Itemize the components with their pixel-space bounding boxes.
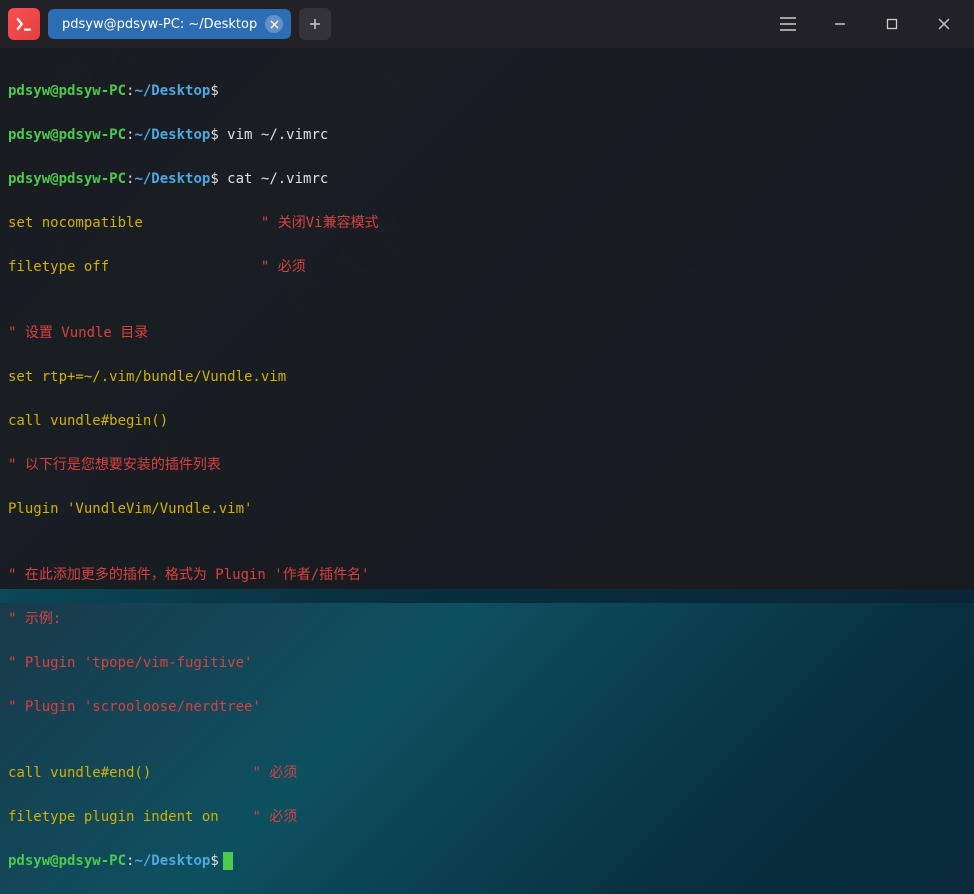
minimize-button[interactable]: [818, 4, 862, 44]
output-line: " 在此添加更多的插件，格式为 Plugin '作者/插件名': [8, 564, 966, 586]
vim-comment: " 必须: [261, 259, 306, 275]
cursor-icon: [223, 852, 233, 870]
output-line: call vundle#end() " 必须: [8, 762, 966, 784]
vim-comment: " Plugin 'scrooloose/nerdtree': [8, 699, 261, 715]
tab-active[interactable]: pdsyw@pdsyw-PC: ~/Desktop: [48, 9, 291, 39]
tab-close-button[interactable]: [265, 15, 283, 33]
prompt-line-current: pdsyw@pdsyw-PC:~/Desktop$: [8, 850, 966, 872]
output-line: filetype plugin indent on " 必须: [8, 806, 966, 828]
vim-comment: " 关闭Vi兼容模式: [261, 215, 379, 231]
prompt-line: pdsyw@pdsyw-PC:~/Desktop$: [8, 80, 966, 102]
maximize-button[interactable]: [870, 4, 914, 44]
vim-setting: call vundle#begin(): [8, 413, 168, 429]
vim-setting: filetype off: [8, 259, 261, 275]
command-text: vim ~/.vimrc: [219, 127, 329, 143]
command-text: cat ~/.vimrc: [219, 171, 329, 187]
output-line: call vundle#begin(): [8, 410, 966, 432]
titlebar: pdsyw@pdsyw-PC: ~/Desktop: [0, 0, 974, 48]
prompt-dollar: $: [210, 853, 218, 869]
menu-button[interactable]: [766, 4, 810, 44]
prompt-path: ~/Desktop: [134, 853, 210, 869]
output-line: set rtp+=~/.vim/bundle/Vundle.vim: [8, 366, 966, 388]
vim-setting: set nocompatible: [8, 215, 261, 231]
close-button[interactable]: [922, 4, 966, 44]
output-line: filetype off " 必须: [8, 256, 966, 278]
prompt-path: ~/Desktop: [134, 127, 210, 143]
terminal-output[interactable]: pdsyw@pdsyw-PC:~/Desktop$ pdsyw@pdsyw-PC…: [0, 48, 974, 589]
prompt-user: pdsyw@pdsyw-PC: [8, 853, 126, 869]
output-line: " 示例:: [8, 608, 966, 630]
prompt-path: ~/Desktop: [134, 83, 210, 99]
tab-label: pdsyw@pdsyw-PC: ~/Desktop: [62, 17, 257, 32]
output-line: " 设置 Vundle 目录: [8, 322, 966, 344]
vim-comment: " 以下行是您想要安装的插件列表: [8, 457, 221, 473]
prompt-user: pdsyw@pdsyw-PC: [8, 83, 126, 99]
prompt-line: pdsyw@pdsyw-PC:~/Desktop$ cat ~/.vimrc: [8, 168, 966, 190]
vim-comment: " 设置 Vundle 目录: [8, 325, 148, 341]
new-tab-button[interactable]: [299, 8, 331, 40]
prompt-dollar: $: [210, 171, 218, 187]
prompt-path: ~/Desktop: [134, 171, 210, 187]
vim-setting: call vundle#end(): [8, 765, 252, 781]
vim-comment: " 示例:: [8, 611, 61, 627]
output-line: " Plugin 'tpope/vim-fugitive': [8, 652, 966, 674]
vim-comment: " 必须: [252, 809, 297, 825]
prompt-colon: :: [126, 853, 134, 869]
vim-setting: filetype plugin indent on: [8, 809, 252, 825]
prompt-user: pdsyw@pdsyw-PC: [8, 127, 126, 143]
terminal-app-icon: [8, 8, 40, 40]
vim-comment: " Plugin 'tpope/vim-fugitive': [8, 655, 252, 671]
vim-setting: set rtp+=~/.vim/bundle/Vundle.vim: [8, 369, 286, 385]
vim-comment: " 在此添加更多的插件，格式为 Plugin '作者/插件名': [8, 567, 370, 583]
output-line: " Plugin 'scrooloose/nerdtree': [8, 696, 966, 718]
prompt-line: pdsyw@pdsyw-PC:~/Desktop$ vim ~/.vimrc: [8, 124, 966, 146]
vim-comment: " 必须: [252, 765, 297, 781]
vim-setting: Plugin 'VundleVim/Vundle.vim': [8, 501, 252, 517]
prompt-dollar: $: [210, 83, 218, 99]
output-line: set nocompatible " 关闭Vi兼容模式: [8, 212, 966, 234]
output-line: Plugin 'VundleVim/Vundle.vim': [8, 498, 966, 520]
prompt-user: pdsyw@pdsyw-PC: [8, 171, 126, 187]
output-line: " 以下行是您想要安装的插件列表: [8, 454, 966, 476]
prompt-dollar: $: [210, 127, 218, 143]
